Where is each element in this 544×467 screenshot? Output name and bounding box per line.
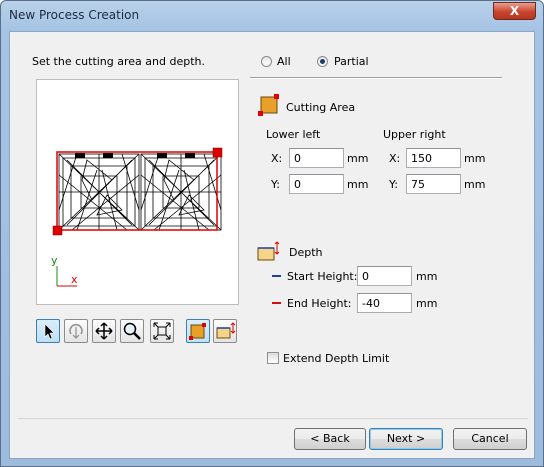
dialog-window: New Process Creation X Set the cutting a…: [0, 0, 544, 467]
start-height-input[interactable]: [357, 266, 412, 286]
radio-partial-label[interactable]: Partial: [334, 55, 369, 68]
radio-all-label[interactable]: All: [277, 55, 291, 68]
select-icon: [44, 323, 55, 340]
dialog-body: Set the cutting area and depth. y x All …: [9, 31, 535, 459]
bottom-divider: [18, 418, 528, 419]
lower-left-x-input[interactable]: [289, 148, 344, 168]
rotate-icon: [69, 324, 83, 339]
axis-x-label: x: [71, 273, 78, 286]
axis-y-label: y: [51, 254, 58, 267]
end-height-input[interactable]: [357, 293, 412, 313]
cutting-area-title: Cutting Area: [286, 101, 356, 114]
radio-partial[interactable]: [317, 56, 328, 67]
zoom-tool-button[interactable]: [120, 319, 144, 343]
close-button[interactable]: X: [493, 2, 536, 20]
back-button[interactable]: < Back: [294, 428, 366, 450]
cutting-area-icon: [189, 323, 206, 340]
pan-tool-button[interactable]: [92, 319, 116, 343]
cancel-button[interactable]: Cancel: [453, 428, 527, 450]
fit-tool-button[interactable]: [150, 319, 174, 343]
upper-right-y-unit: mm: [464, 178, 486, 191]
radio-all[interactable]: [261, 56, 272, 67]
end-height-label: End Height:: [287, 297, 352, 310]
select-tool-button[interactable]: [36, 319, 60, 343]
rotate-tool-button[interactable]: [64, 319, 88, 343]
upper-right-x-input[interactable]: [406, 148, 461, 168]
instruction-text: Set the cutting area and depth.: [32, 55, 205, 68]
extend-depth-limit-label[interactable]: Extend Depth Limit: [283, 352, 389, 365]
lower-left-y-input[interactable]: [289, 174, 344, 194]
depth-tool-button[interactable]: [213, 319, 237, 343]
end-height-unit: mm: [416, 297, 438, 310]
lower-left-heading: Lower left: [266, 128, 321, 141]
lower-left-x-label: X:: [271, 152, 283, 165]
lower-left-y-unit: mm: [347, 178, 369, 191]
depth-title: Depth: [289, 246, 323, 259]
zoom-icon: [123, 322, 141, 340]
lower-left-y-label: Y:: [271, 178, 280, 191]
upper-right-y-label: Y:: [389, 178, 398, 191]
start-height-indicator: [272, 275, 281, 277]
upper-right-heading: Upper right: [383, 128, 446, 141]
upper-right-x-unit: mm: [464, 152, 486, 165]
upper-right-y-input[interactable]: [406, 174, 461, 194]
divider: [250, 77, 502, 79]
pan-icon: [95, 322, 113, 340]
start-height-unit: mm: [416, 270, 438, 283]
end-height-indicator: [272, 302, 281, 304]
cutting-area-icon: [258, 94, 279, 116]
toolpath-preview-image: y x: [51, 147, 223, 287]
depth-icon: [216, 322, 236, 339]
upper-right-x-label: X:: [389, 152, 401, 165]
cutting-area-tool-button[interactable]: [186, 319, 210, 343]
extend-depth-limit-checkbox[interactable]: [267, 352, 279, 364]
lower-left-x-unit: mm: [347, 152, 369, 165]
preview-canvas[interactable]: y x: [36, 79, 239, 305]
next-button[interactable]: Next >: [369, 428, 443, 450]
window-title: New Process Creation: [9, 8, 140, 22]
depth-icon: [257, 241, 280, 261]
title-bar[interactable]: New Process Creation X: [1, 1, 543, 31]
start-height-label: Start Height:: [287, 270, 358, 283]
fit-icon: [153, 322, 171, 340]
